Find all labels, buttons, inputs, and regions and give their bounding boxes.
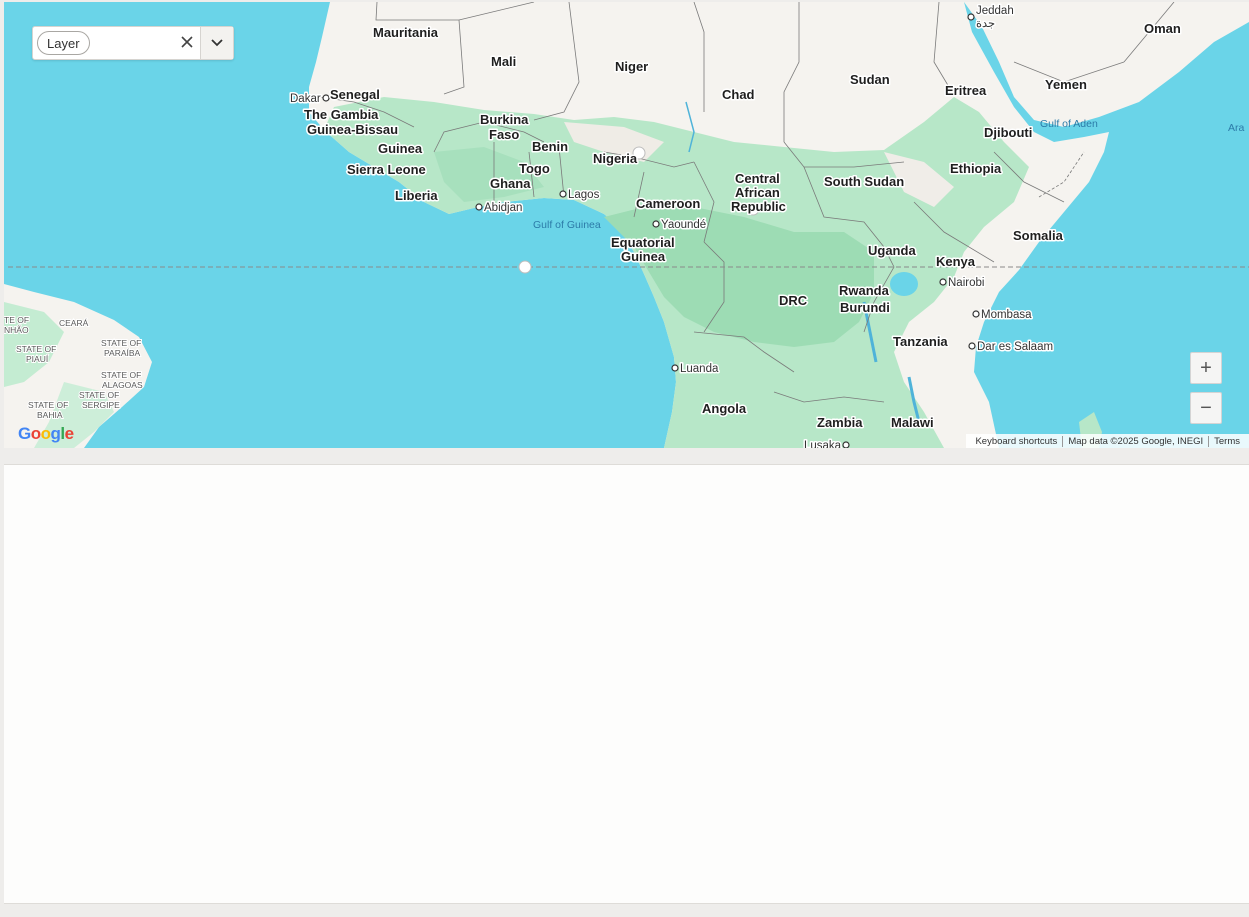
label-jeddah-arabic: جدة	[976, 18, 995, 30]
city-dot-mombasa	[972, 310, 980, 318]
label-ghana: Ghana	[490, 176, 531, 191]
city-dot-luanda	[671, 364, 679, 372]
label-drc: DRC	[779, 293, 808, 308]
label-guinea-bissau: Guinea-Bissau	[307, 122, 398, 137]
label-the-gambia: The Gambia	[304, 107, 379, 122]
svg-text:CEARÁ: CEARÁ	[59, 318, 89, 328]
label-cameroon: Cameroon	[636, 196, 700, 211]
svg-text:STATE OF: STATE OF	[101, 370, 141, 380]
label-oman: Oman	[1144, 21, 1181, 36]
label-uganda: Uganda	[868, 243, 916, 258]
map-data-text: Map data ©2025 Google, INEGI	[1063, 435, 1210, 447]
label-eritrea: Eritrea	[945, 83, 987, 98]
label-abidjan: Abidjan	[484, 202, 522, 214]
label-kenya: Kenya	[936, 254, 976, 269]
city-dot-lusaka	[842, 441, 850, 448]
zoom-in-button[interactable]: +	[1190, 352, 1222, 384]
label-angola: Angola	[702, 401, 747, 416]
label-yemen: Yemen	[1045, 77, 1087, 92]
label-dakar: Dakar	[290, 93, 321, 105]
svg-text:ALAGOAS: ALAGOAS	[102, 380, 143, 390]
label-malawi: Malawi	[891, 415, 934, 430]
label-sudan: Sudan	[850, 72, 890, 87]
chevron-down-icon[interactable]	[201, 27, 233, 59]
map-attribution: Keyboard shortcuts Map data ©2025 Google…	[966, 434, 1249, 448]
svg-text:PIAUÍ: PIAUÍ	[26, 354, 49, 364]
label-liberia: Liberia	[395, 188, 438, 203]
svg-text:PARAÍBA: PARAÍBA	[104, 348, 141, 358]
city-dot-dar-es-salaam	[968, 342, 976, 350]
label-somalia: Somalia	[1013, 228, 1064, 243]
lake-victoria	[890, 272, 918, 296]
svg-text:STATE OF: STATE OF	[28, 400, 68, 410]
label-gulf-of-aden: Gulf of Aden	[1040, 118, 1098, 130]
label-luanda: Luanda	[680, 363, 719, 375]
label-arabian-sea: Ara	[1228, 122, 1245, 134]
label-mombasa: Mombasa	[981, 309, 1032, 321]
label-equatorial-guinea: Guinea	[621, 249, 666, 264]
svg-text:SERGIPE: SERGIPE	[82, 400, 120, 410]
city-dot-lagos	[559, 190, 567, 198]
clear-icon[interactable]	[177, 32, 197, 52]
city-dot-dakar	[322, 94, 330, 102]
label-african: African	[735, 185, 780, 200]
label-mali: Mali	[491, 54, 516, 69]
label-republic: Republic	[731, 199, 786, 214]
map-panel[interactable]: Mauritania Mali Niger Chad Sudan Senegal…	[4, 2, 1249, 448]
label-jeddah: Jeddah	[976, 5, 1014, 17]
label-nigeria: Nigeria	[593, 151, 638, 166]
label-djibouti: Djibouti	[984, 125, 1032, 140]
label-faso: Faso	[489, 127, 519, 142]
terms-link[interactable]: Terms	[1209, 436, 1245, 447]
svg-text:BAHIA: BAHIA	[37, 410, 63, 420]
label-equatorial: Equatorial	[611, 235, 675, 250]
label-tanzania: Tanzania	[893, 334, 948, 349]
label-sierra-leone: Sierra Leone	[347, 162, 426, 177]
layer-filter-select[interactable]: Layer	[32, 26, 234, 60]
layer-chip[interactable]: Layer	[37, 31, 90, 55]
label-rwanda: Rwanda	[839, 283, 890, 298]
empty-content-panel	[4, 464, 1249, 904]
label-south-sudan: South Sudan	[824, 174, 904, 189]
svg-text:TE OF: TE OF	[4, 315, 29, 325]
city-dot-abidjan	[475, 203, 483, 211]
label-burkina: Burkina	[480, 112, 529, 127]
svg-text:STATE OF: STATE OF	[101, 338, 141, 348]
label-nairobi: Nairobi	[948, 277, 984, 289]
keyboard-shortcuts-link[interactable]: Keyboard shortcuts	[970, 435, 1064, 447]
label-lusaka: Lusaka	[804, 440, 842, 448]
svg-text:STATE OF: STATE OF	[79, 390, 119, 400]
label-benin: Benin	[532, 139, 568, 154]
label-lagos: Lagos	[568, 189, 600, 201]
label-mauritania: Mauritania	[373, 25, 439, 40]
map-marker	[518, 260, 532, 274]
label-niger: Niger	[615, 59, 648, 74]
city-dot-jeddah	[967, 13, 975, 21]
label-dar-es-salaam: Dar es Salaam	[977, 341, 1053, 353]
label-zambia: Zambia	[817, 415, 863, 430]
label-burundi: Burundi	[840, 300, 890, 315]
map-canvas[interactable]: Mauritania Mali Niger Chad Sudan Senegal…	[4, 2, 1249, 448]
label-guinea: Guinea	[378, 141, 423, 156]
svg-text:STATE OF: STATE OF	[16, 344, 56, 354]
label-senegal: Senegal	[330, 87, 380, 102]
city-dot-nairobi	[939, 278, 947, 286]
label-togo: Togo	[519, 161, 550, 176]
city-dot-yaounde	[652, 220, 660, 228]
label-central: Central	[735, 171, 780, 186]
google-logo: Google	[18, 424, 74, 443]
label-gulf-of-guinea: Gulf of Guinea	[533, 219, 601, 231]
zoom-out-button[interactable]: −	[1190, 392, 1222, 424]
svg-text:NHÃO: NHÃO	[4, 325, 29, 335]
label-yaounde: Yaoundé	[661, 219, 706, 231]
label-chad: Chad	[722, 87, 755, 102]
label-ethiopia: Ethiopia	[950, 161, 1002, 176]
